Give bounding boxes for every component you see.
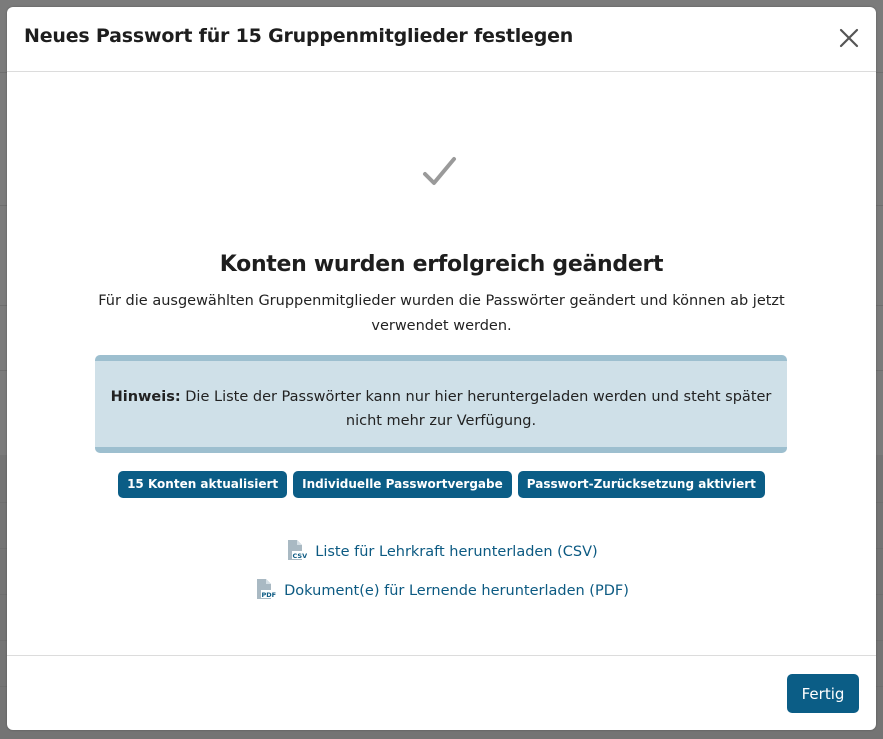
status-badges: 15 Konten aktualisiert Individuelle Pass…	[7, 471, 876, 498]
notice-text: Die Liste der Passwörter kann nur hier h…	[185, 389, 772, 429]
checkmark-icon	[421, 155, 459, 189]
close-icon	[839, 28, 859, 48]
notice-message: Hinweis: Die Liste der Passwörter kann n…	[105, 385, 777, 433]
svg-text:CSV: CSV	[293, 552, 308, 560]
svg-text:PDF: PDF	[262, 591, 277, 599]
status-badge-reset-enabled: Passwort-Zurücksetzung aktiviert	[517, 471, 765, 498]
csv-file-icon: CSV	[285, 539, 307, 561]
notice-label: Hinweis:	[110, 389, 181, 405]
password-reset-dialog: Neues Passwort für 15 Gruppenmitglieder …	[7, 7, 876, 730]
success-message: Für die ausgewählten Gruppenmitglieder w…	[98, 293, 785, 334]
status-badge-accounts-updated: 15 Konten aktualisiert	[118, 471, 288, 498]
done-button[interactable]: Fertig	[787, 674, 859, 713]
dialog-title: Neues Passwort für 15 Gruppenmitglieder …	[24, 25, 574, 47]
download-csv-label: Liste für Lehrkraft herunterladen (CSV)	[315, 544, 598, 560]
dialog-footer: Fertig	[7, 655, 876, 730]
close-button[interactable]	[836, 25, 862, 51]
download-pdf-link[interactable]: PDF Dokument(e) für Lernende herunterlad…	[7, 578, 876, 602]
success-heading: Konten wurden erfolgreich geändert	[219, 252, 664, 277]
dialog-header: Neues Passwort für 15 Gruppenmitglieder …	[7, 7, 876, 72]
status-badge-individual-password: Individuelle Passwortvergabe	[293, 471, 512, 498]
notice-box: Hinweis: Die Liste der Passwörter kann n…	[95, 355, 787, 453]
download-pdf-label: Dokument(e) für Lernende herunterladen (…	[284, 583, 629, 599]
download-csv-link[interactable]: CSV Liste für Lehrkraft herunterladen (C…	[7, 539, 876, 563]
pdf-file-icon: PDF	[254, 578, 276, 600]
